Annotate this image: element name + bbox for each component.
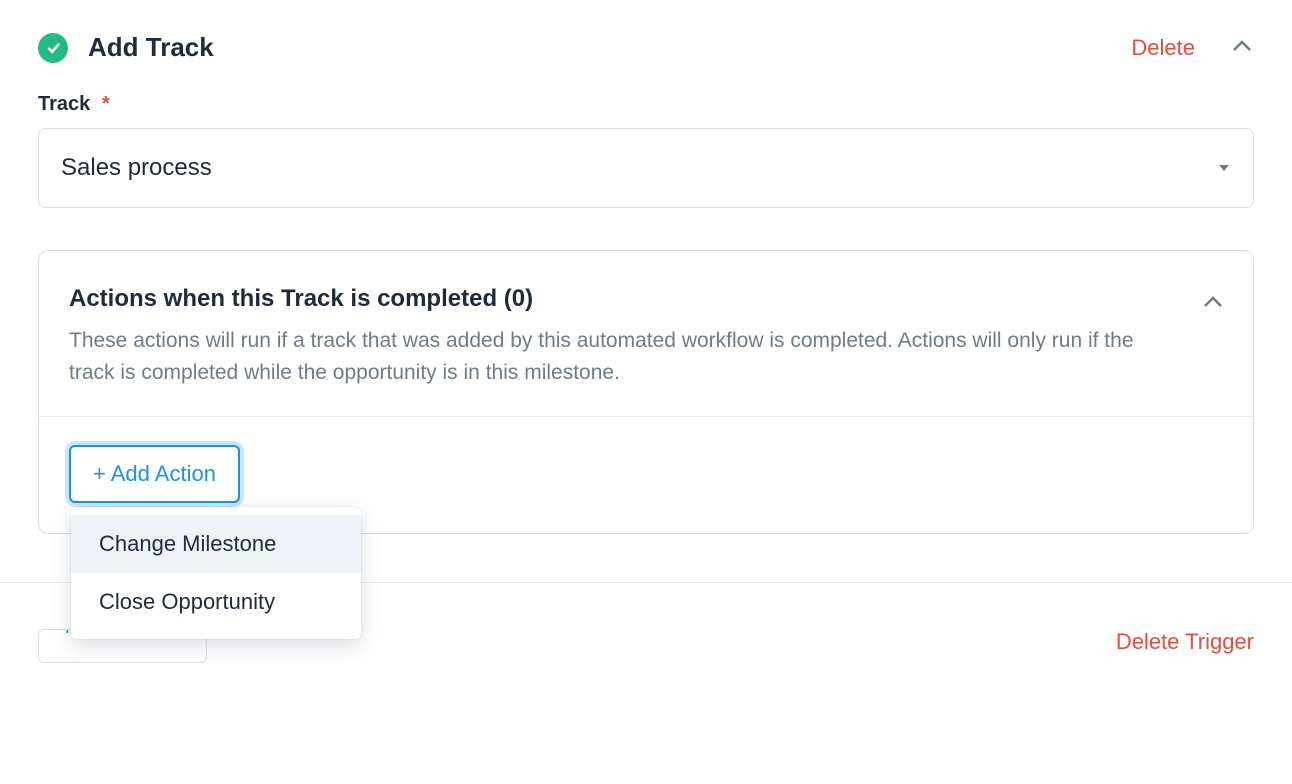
chevron-up-icon: [1203, 295, 1223, 312]
actions-panel-header: Actions when this Track is completed (0)…: [39, 251, 1253, 417]
track-label-text: Track: [38, 93, 90, 115]
add-action-button[interactable]: + Add Action: [69, 445, 240, 503]
delete-button[interactable]: Delete: [1131, 35, 1195, 61]
track-field-label: Track *: [38, 93, 1254, 116]
chevron-up-icon: [1232, 39, 1252, 57]
delete-trigger-button[interactable]: Delete Trigger: [1116, 629, 1254, 655]
collapse-section-toggle[interactable]: [1230, 36, 1254, 60]
section-title: Add Track: [88, 32, 1131, 63]
actions-panel: Actions when this Track is completed (0)…: [38, 250, 1254, 534]
add-action-dropdown: Change Milestone Close Opportunity: [71, 507, 361, 639]
track-select[interactable]: Sales process: [38, 128, 1254, 208]
caret-down-icon: [1219, 165, 1229, 171]
section-header: Add Track Delete: [38, 0, 1254, 63]
dropdown-item-change-milestone[interactable]: Change Milestone: [71, 515, 361, 573]
actions-panel-description: These actions will run if a track that w…: [69, 325, 1183, 388]
check-circle-icon: [38, 33, 68, 63]
required-indicator: *: [102, 93, 110, 115]
dropdown-item-close-opportunity[interactable]: Close Opportunity: [71, 573, 361, 631]
track-select-value: Sales process: [61, 154, 212, 182]
actions-panel-title: Actions when this Track is completed (0): [69, 285, 1183, 313]
actions-panel-body: + Add Action Change Milestone Close Oppo…: [39, 417, 1253, 533]
actions-panel-toggle[interactable]: [1203, 295, 1223, 313]
